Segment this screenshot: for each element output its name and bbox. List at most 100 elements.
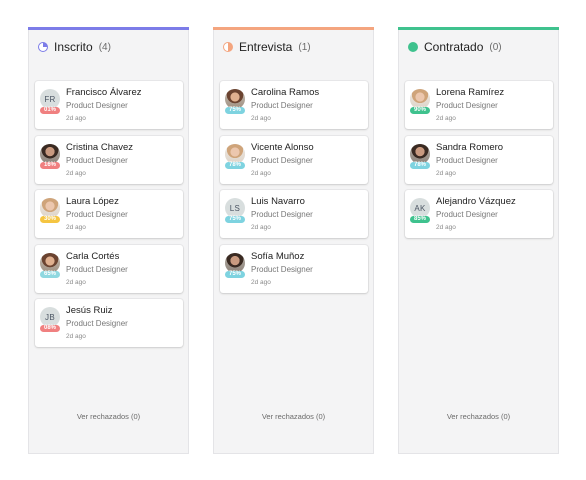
match-score-badge: 16% [40, 161, 60, 169]
match-score-badge: 01% [40, 107, 60, 114]
progress-half-icon [223, 42, 233, 52]
candidate-role: Product Designer [436, 210, 498, 219]
candidate-name: Francisco Álvarez [66, 87, 142, 98]
candidate-name: Jesús Ruiz [66, 305, 113, 316]
candidate-card[interactable]: FR 01% Francisco Álvarez Product Designer 2d… [35, 81, 183, 129]
column-title: Inscrito [54, 40, 93, 54]
avatar-initials: FR [44, 94, 56, 104]
candidate-name: Carolina Ramos [251, 87, 320, 98]
avatar-photo [225, 89, 245, 109]
candidate-name: Laura López [66, 196, 119, 207]
avatar-photo [40, 143, 60, 164]
column-color-bar [28, 27, 189, 30]
avatar-photo [40, 252, 60, 273]
column-color-bar [398, 27, 559, 30]
candidate-card[interactable]: JB 08% Jesús Ruiz Product Designer 2d ago [35, 299, 183, 347]
view-rejected-link[interactable]: Ver rechazados (0) [214, 412, 373, 421]
column-header: Inscrito (4) [38, 40, 111, 54]
candidate-name: Luis Navarro [251, 196, 305, 207]
candidate-name: Vicente Alonso [251, 141, 314, 153]
candidate-time: 2d ago [436, 224, 456, 231]
avatar-photo [410, 89, 430, 109]
candidate-role: Product Designer [251, 264, 313, 274]
avatar-photo [225, 252, 245, 273]
candidate-time: 2d ago [251, 278, 271, 286]
candidate-time: 2d ago [66, 115, 86, 122]
candidate-role: Product Designer [436, 155, 498, 165]
candidate-role: Product Designer [66, 210, 128, 219]
column-header: Contratado (0) [408, 40, 502, 54]
candidate-time: 2d ago [436, 115, 456, 122]
avatar: AK [410, 198, 430, 218]
avatar [410, 89, 430, 109]
avatar-photo [40, 198, 60, 218]
avatar [40, 252, 60, 273]
candidate-card[interactable]: 65% Carla Cortés Product Designer 2d ago [35, 244, 183, 293]
avatar-initials: AK [414, 203, 426, 213]
column-entrevista: Entrevista (1) 75% Carolina Ramos Product … [213, 27, 374, 454]
candidate-role: Product Designer [251, 101, 313, 110]
match-score-badge: 85% [410, 216, 430, 223]
progress-quarter-icon [38, 42, 48, 52]
candidate-card[interactable]: 78% Vicente Alonso Product Designer 2d ago [220, 135, 368, 184]
match-score-badge: 90% [410, 107, 430, 114]
avatar: JB [40, 307, 60, 327]
candidate-role: Product Designer [66, 264, 128, 274]
match-score-badge: 78% [410, 161, 430, 169]
match-score-badge: 08% [40, 325, 60, 332]
candidate-time: 2d ago [66, 278, 86, 286]
avatar [225, 89, 245, 109]
avatar-initials: LS [229, 203, 241, 213]
candidate-card[interactable]: 16% Cristina Chavez Product Designer 2d ago [35, 135, 183, 184]
candidate-time: 2d ago [66, 224, 86, 231]
candidate-time: 2d ago [66, 333, 86, 340]
match-score-badge: 75% [225, 270, 245, 278]
column-count: (4) [98, 41, 111, 53]
candidate-card[interactable]: 30% Laura López Product Designer 2d ago [35, 190, 183, 238]
avatar-initials: JB [45, 312, 55, 322]
avatar [225, 143, 245, 164]
column-header: Entrevista (1) [223, 40, 311, 54]
candidate-name: Sandra Romero [436, 141, 504, 153]
candidate-time: 2d ago [251, 115, 271, 122]
candidate-card[interactable]: 75% Carolina Ramos Product Designer 2d ago [220, 81, 368, 129]
column-contratado: Contratado (0) 90% Lorena Ramírez Product … [398, 27, 559, 454]
avatar [410, 143, 430, 164]
candidate-card[interactable]: 90% Lorena Ramírez Product Designer 2d ago [405, 81, 553, 129]
candidate-role: Product Designer [436, 101, 498, 110]
column-title: Contratado [424, 40, 484, 54]
candidate-card[interactable]: 75% Sofía Muñoz Product Designer 2d ago [220, 244, 368, 293]
column-inscrito: Inscrito (4) FR 01% Francisco Álvarez Produ… [28, 27, 189, 454]
candidate-time: 2d ago [251, 169, 271, 177]
candidate-name: Alejandro Vázquez [436, 196, 516, 207]
candidate-card[interactable]: AK 85% Alejandro Vázquez Product Designer 2d… [405, 190, 553, 238]
avatar-photo [410, 143, 430, 164]
candidate-time: 2d ago [436, 169, 456, 177]
candidate-role: Product Designer [66, 319, 128, 328]
view-rejected-link[interactable]: Ver rechazados (0) [399, 412, 558, 421]
avatar: FR [40, 89, 60, 109]
column-title: Entrevista [239, 40, 293, 54]
column-color-bar [213, 27, 374, 30]
match-score-badge: 78% [225, 161, 245, 169]
candidate-name: Lorena Ramírez [436, 87, 505, 98]
candidate-time: 2d ago [251, 224, 271, 231]
candidate-name: Sofía Muñoz [251, 250, 305, 262]
view-rejected-link[interactable]: Ver rechazados (0) [29, 412, 188, 421]
candidate-card[interactable]: LS 75% Luis Navarro Product Designer 2d ago [220, 190, 368, 238]
candidate-role: Product Designer [66, 101, 128, 110]
candidate-name: Carla Cortés [66, 250, 120, 262]
candidate-card[interactable]: 78% Sandra Romero Product Designer 2d ago [405, 135, 553, 184]
column-count: (0) [489, 41, 502, 53]
match-score-badge: 75% [225, 216, 245, 223]
match-score-badge: 65% [40, 270, 60, 278]
progress-full-icon [408, 42, 418, 52]
candidate-time: 2d ago [66, 169, 86, 177]
candidate-role: Product Designer [251, 210, 313, 219]
match-score-badge: 30% [40, 216, 60, 223]
column-count: (1) [298, 41, 311, 53]
candidate-role: Product Designer [251, 155, 313, 165]
avatar [40, 143, 60, 164]
candidate-role: Product Designer [66, 155, 128, 165]
candidate-name: Cristina Chavez [66, 141, 134, 153]
